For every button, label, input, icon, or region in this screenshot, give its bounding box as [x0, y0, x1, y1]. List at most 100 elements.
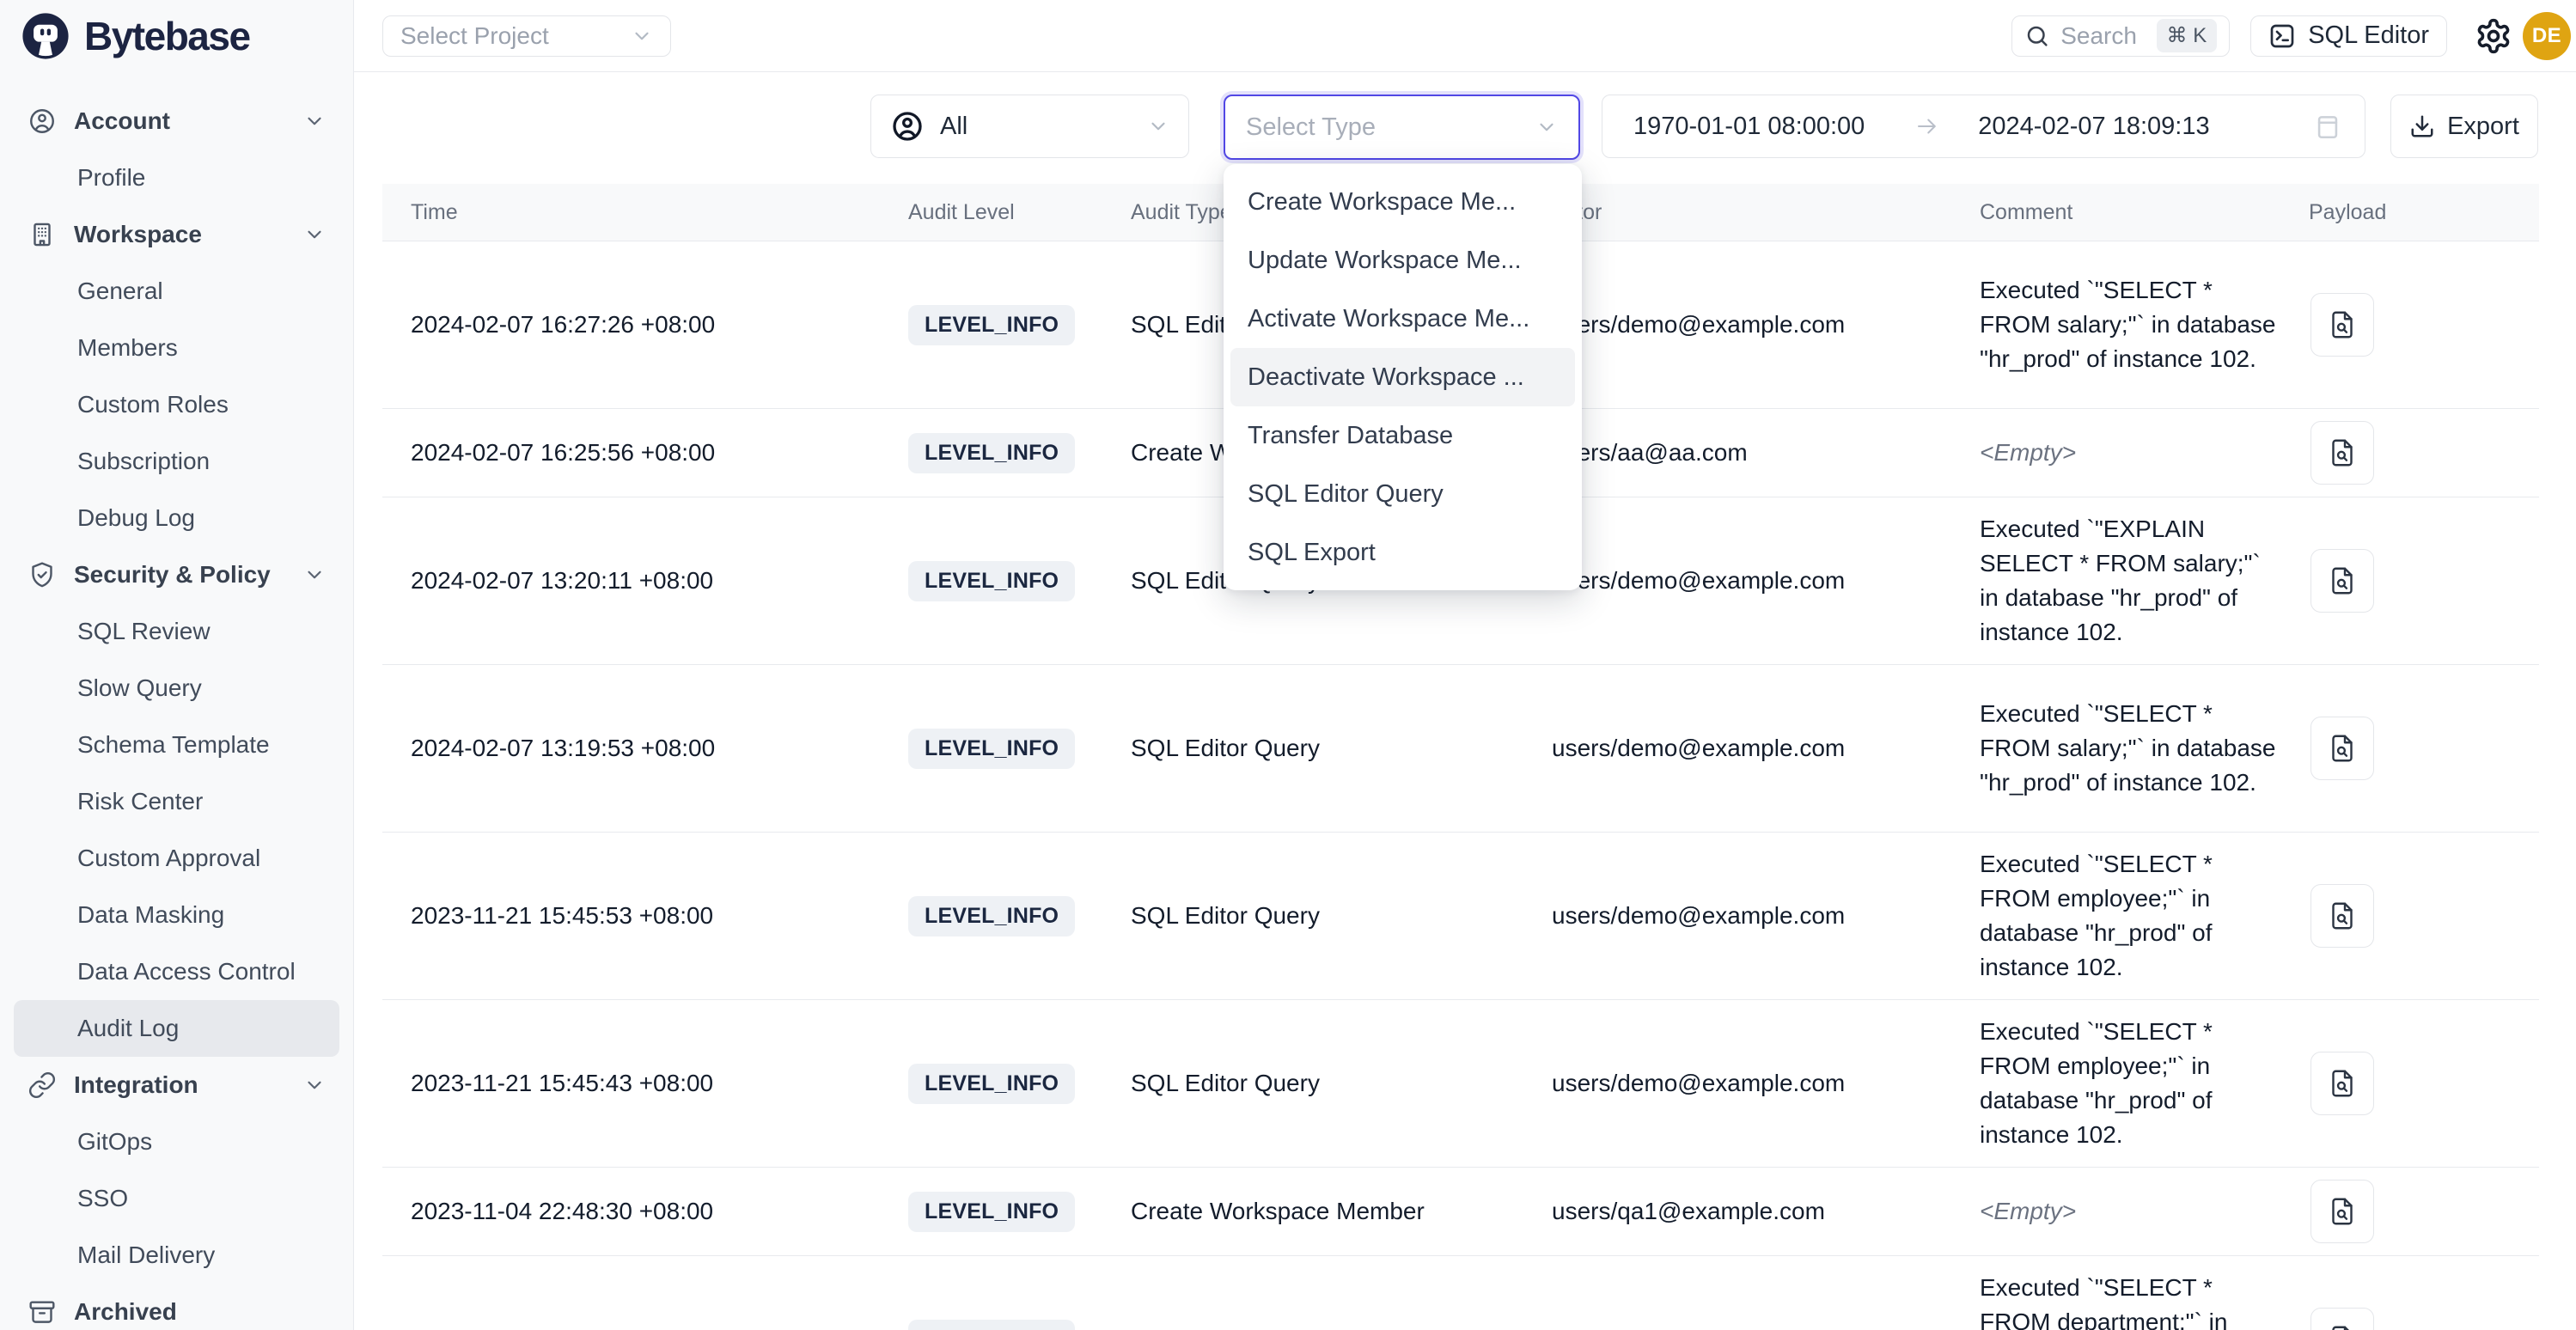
file-search-icon [2327, 733, 2358, 764]
chevron-down-icon [303, 564, 326, 586]
payload-view-button[interactable] [2310, 549, 2374, 613]
sidebar-section-archived[interactable]: Archived [14, 1284, 339, 1330]
sidebar-item-profile[interactable]: Profile [14, 149, 339, 206]
link-icon [27, 1071, 57, 1100]
payload-view-button[interactable] [2310, 421, 2374, 485]
payload-view-button[interactable] [2310, 293, 2374, 357]
sidebar-nav: Account Profile Workspace General Member… [0, 72, 353, 1330]
type-filter-select[interactable]: Select Type [1224, 95, 1580, 160]
sidebar-section-integration[interactable]: Integration [14, 1057, 339, 1113]
brand-logo[interactable]: Bytebase [0, 0, 353, 72]
settings-button[interactable] [2473, 15, 2514, 57]
sidebar-item-members[interactable]: Members [14, 320, 339, 376]
filter-bar: All Select Type 1970-01-01 08:00:00 2024… [354, 95, 2576, 160]
archive-icon [27, 1297, 57, 1327]
sidebar-item-label: Workspace [74, 221, 202, 248]
cell-payload [2309, 1180, 2539, 1243]
type-menu-item-activate-workspace-me[interactable]: Activate Workspace Me... [1230, 290, 1575, 348]
sidebar-item-custom-roles[interactable]: Custom Roles [14, 376, 339, 433]
sql-editor-button[interactable]: SQL Editor [2250, 15, 2447, 57]
sidebar-item-data-access-control[interactable]: Data Access Control [14, 943, 339, 1000]
payload-view-button[interactable] [2310, 1052, 2374, 1115]
sidebar-item-schema-template[interactable]: Schema Template [14, 717, 339, 773]
building-icon [27, 220, 57, 249]
cell-audit-type: Create Workspace Member [1131, 1198, 1552, 1225]
payload-view-button[interactable] [2310, 1308, 2374, 1330]
chevron-down-icon [631, 25, 653, 47]
table-row: 2023-11-04 21:26:24 +08:00 LEVEL_INFO SQ… [382, 1255, 2539, 1330]
sidebar-item-label: Data Masking [77, 901, 224, 929]
sidebar-item-mail-delivery[interactable]: Mail Delivery [14, 1227, 339, 1284]
cell-comment: Executed `"SELECT * FROM department;"` i… [1980, 1271, 2309, 1330]
sidebar-item-debug-log[interactable]: Debug Log [14, 490, 339, 546]
export-label: Export [2447, 113, 2519, 141]
cell-audit-level: LEVEL_INFO [908, 433, 1131, 473]
sidebar-item-label: GitOps [77, 1128, 152, 1156]
cell-actor: users/demo@example.com [1552, 902, 1980, 930]
type-menu-item-deactivate-workspace[interactable]: Deactivate Workspace ... [1230, 348, 1575, 406]
cell-actor: users/demo@example.com [1552, 1070, 1980, 1097]
file-search-icon [2327, 1068, 2358, 1099]
type-menu-item-transfer-database[interactable]: Transfer Database [1230, 406, 1575, 465]
sidebar-section-workspace[interactable]: Workspace [14, 206, 339, 263]
date-range-picker[interactable]: 1970-01-01 08:00:00 2024-02-07 18:09:13 [1602, 95, 2365, 158]
sidebar-item-risk-center[interactable]: Risk Center [14, 773, 339, 830]
sidebar-item-label: Data Access Control [77, 958, 296, 985]
cell-actor: users/aa@aa.com [1552, 439, 1980, 467]
sidebar-section-account[interactable]: Account [14, 93, 339, 149]
sidebar: Bytebase Account Profile Workspace Gener… [0, 0, 354, 1330]
type-filter-placeholder: Select Type [1246, 113, 1376, 142]
cell-audit-level: LEVEL_INFO [908, 729, 1131, 769]
cell-payload [2309, 884, 2539, 948]
cell-time: 2023-11-21 15:45:53 +08:00 [382, 902, 908, 930]
file-search-icon [2327, 1324, 2358, 1330]
sidebar-item-sso[interactable]: SSO [14, 1170, 339, 1227]
calendar-icon [2313, 112, 2342, 141]
shield-check-icon [27, 560, 57, 589]
date-from-value: 1970-01-01 08:00:00 [1633, 113, 1865, 141]
type-menu-item-label: Transfer Database [1248, 422, 1453, 450]
cell-actor: users/demo@example.com [1552, 567, 1980, 595]
chevron-down-icon [303, 110, 326, 132]
file-search-icon [2327, 900, 2358, 931]
chevron-down-icon [303, 1074, 326, 1096]
sidebar-item-data-masking[interactable]: Data Masking [14, 887, 339, 943]
project-select-placeholder: Select Project [400, 22, 549, 50]
type-menu-item-sql-editor-query[interactable]: SQL Editor Query [1230, 465, 1575, 523]
type-menu-item-update-workspace-me[interactable]: Update Workspace Me... [1230, 231, 1575, 290]
sidebar-item-general[interactable]: General [14, 263, 339, 320]
actor-filter-select[interactable]: All [870, 95, 1189, 158]
cell-time: 2024-02-07 13:19:53 +08:00 [382, 735, 908, 762]
sidebar-item-label: Custom Roles [77, 391, 229, 418]
sidebar-item-slow-query[interactable]: Slow Query [14, 660, 339, 717]
type-menu-item-create-workspace-me[interactable]: Create Workspace Me... [1230, 173, 1575, 231]
cell-time: 2024-02-07 16:25:56 +08:00 [382, 439, 908, 467]
file-search-icon [2327, 565, 2358, 596]
cell-audit-level: LEVEL_INFO [908, 1064, 1131, 1104]
sidebar-item-custom-approval[interactable]: Custom Approval [14, 830, 339, 887]
sidebar-item-label: Slow Query [77, 674, 202, 702]
export-button[interactable]: Export [2390, 95, 2538, 158]
table-row: 2023-11-21 15:45:53 +08:00 LEVEL_INFO SQ… [382, 832, 2539, 999]
type-menu-item-sql-export[interactable]: SQL Export [1230, 523, 1575, 582]
sidebar-item-sql-review[interactable]: SQL Review [14, 603, 339, 660]
search-input[interactable]: Search ⌘ K [2011, 15, 2230, 57]
payload-view-button[interactable] [2310, 1180, 2374, 1243]
sidebar-item-audit-log[interactable]: Audit Log [14, 1000, 339, 1057]
audit-level-badge: LEVEL_INFO [908, 1192, 1075, 1232]
type-menu-item-label: SQL Editor Query [1248, 480, 1444, 509]
sidebar-item-gitops[interactable]: GitOps [14, 1113, 339, 1170]
project-select[interactable]: Select Project [382, 15, 671, 57]
sidebar-section-security-policy[interactable]: Security & Policy [14, 546, 339, 603]
avatar[interactable]: DE [2523, 12, 2571, 60]
search-shortcut-badge: ⌘ K [2157, 19, 2218, 52]
cell-comment: Executed `"SELECT * FROM salary;"` in da… [1980, 273, 2309, 376]
cell-time: 2023-11-04 21:26:24 +08:00 [382, 1326, 908, 1330]
sidebar-item-subscription[interactable]: Subscription [14, 433, 339, 490]
search-placeholder: Search [2060, 22, 2137, 50]
search-icon [2024, 23, 2050, 49]
sidebar-item-label: General [77, 278, 163, 305]
payload-view-button[interactable] [2310, 884, 2374, 948]
payload-view-button[interactable] [2310, 717, 2374, 780]
cell-actor: users/qa1@example.com [1552, 1198, 1980, 1225]
